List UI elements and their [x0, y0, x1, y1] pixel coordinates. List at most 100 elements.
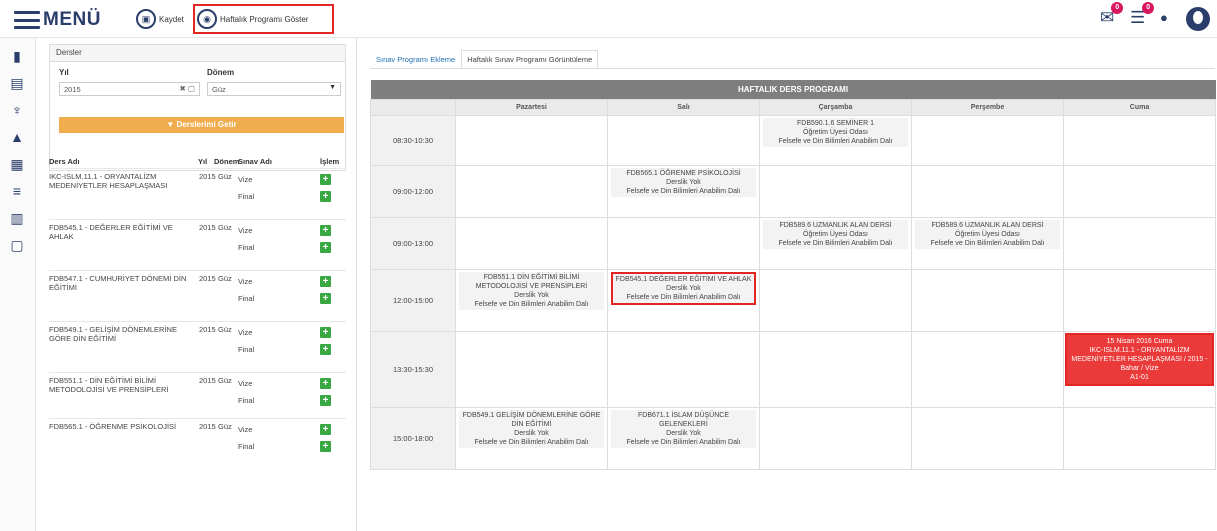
year-field[interactable]: 2015 ✖ ▢ — [59, 82, 200, 96]
globe-button[interactable]: ● — [1160, 8, 1168, 28]
book-icon[interactable]: ▮ — [8, 47, 26, 65]
floppy-icon: ▣ — [136, 9, 156, 29]
tab-weekly-view[interactable]: Haftalık Sınav Programı Görüntüleme — [461, 50, 599, 69]
schedule-cell — [455, 164, 608, 218]
term-value: Güz — [212, 85, 226, 94]
course-name: FDB545.1 - DEĞERLER EĞİTİMİ VE AHLAK — [49, 223, 173, 241]
add-vize-button[interactable]: + — [320, 327, 331, 338]
course-name: FDB549.1 - GELİŞİM DÖNEMLERİNE GÖRE DİN … — [49, 325, 177, 343]
side-nav: ▮ ▤ ♆ ▲ ▦ ≡ ▥ ▢ — [0, 38, 36, 531]
avatar[interactable] — [1186, 7, 1210, 31]
weekly-table: HAFTALIK DERS PROGRAMI Pazartesi Salı Ça… — [370, 80, 1217, 470]
course-term: Güz — [218, 376, 232, 385]
lesson-block-highlighted[interactable]: FDB545.1 DEĞERLER EĞİTİMİ VE AHLAK Dersl… — [611, 271, 756, 305]
mail-button[interactable]: ✉ 0 — [1100, 2, 1124, 28]
col-action: İşlem — [320, 157, 340, 166]
lesson-block[interactable]: FDB590.1.6 SEMİNER 1 Öğretim Üyesi Odası… — [763, 117, 908, 147]
top-bar: MENÜ ▣ Kaydet ◉ Haftalık Programı Göster… — [0, 0, 1217, 38]
lesson-block[interactable]: FDB589.6 UZMANLIK ALAN DERSİ Öğretim Üye… — [763, 219, 908, 249]
exam-final: Final — [238, 442, 255, 451]
add-final-button[interactable]: + — [320, 344, 331, 355]
exam-final: Final — [238, 396, 255, 405]
filter-box: Dersler Yıl 2015 ✖ ▢ Dönem Güz ▼ ▼ Dersl… — [49, 44, 346, 171]
course-row: FDB551.1 - DİN EĞİTİMİ BİLİMİ METODOLOJİ… — [49, 372, 346, 421]
document-icon[interactable]: ▤ — [8, 74, 26, 92]
schedule-cell — [759, 406, 912, 470]
course-year: 2015 — [199, 376, 216, 385]
add-final-button[interactable]: + — [320, 191, 331, 202]
lesson-block[interactable]: FDB549.1 GELİŞİM DÖNEMLERİNE GÖRE DİN EĞ… — [459, 409, 604, 448]
add-vize-button[interactable]: + — [320, 378, 331, 389]
course-name: FDB565.1 - ÖĞRENME PSİKOLOJİSİ — [49, 422, 177, 431]
day-header-empty — [370, 98, 456, 116]
year-label: Yıl — [59, 68, 69, 77]
course-row: FDB565.1 - ÖĞRENME PSİKOLOJİSİ 2015 Güz … — [49, 418, 346, 467]
save-label: Kaydet — [159, 14, 184, 24]
exam-block[interactable]: 15 Nisan 2016 Cuma IKC-ISLM.11.1 - ORYAN… — [1065, 332, 1215, 386]
course-year: 2015 — [199, 325, 216, 334]
show-weekly-button[interactable]: ◉ Haftalık Programı Göster — [197, 9, 308, 29]
schedule-cell — [607, 216, 760, 270]
exam-vize: Vize — [238, 226, 253, 235]
term-label: Dönem — [207, 68, 235, 77]
schedule-cell — [1062, 268, 1217, 332]
add-final-button[interactable]: + — [320, 441, 331, 452]
schedule-cell — [911, 330, 1064, 408]
lesson-block[interactable]: FDB565.1 ÖĞRENME PSİKOLOJİSİ Derslik Yok… — [611, 167, 756, 197]
list-button[interactable]: ☰ 0 — [1130, 2, 1155, 28]
add-vize-button[interactable]: + — [320, 276, 331, 287]
add-vize-button[interactable]: + — [320, 225, 331, 236]
exam-final: Final — [238, 294, 255, 303]
year-value: 2015 — [64, 85, 81, 94]
calendar-icon[interactable]: ▦ — [8, 155, 26, 173]
add-final-button[interactable]: + — [320, 242, 331, 253]
course-name: FDB551.1 - DİN EĞİTİMİ BİLİMİ METODOLOJİ… — [49, 376, 169, 394]
add-vize-button[interactable]: + — [320, 424, 331, 435]
exam-final: Final — [238, 345, 255, 354]
lesson-block[interactable]: FDB589.6 UZMANLIK ALAN DERSİ Öğretim Üye… — [915, 219, 1060, 249]
course-term: Güz — [218, 223, 232, 232]
show-weekly-label: Haftalık Programı Göster — [220, 14, 309, 24]
schedule-cell — [455, 330, 608, 408]
add-final-button[interactable]: + — [320, 293, 331, 304]
schedule-cell: FDB590.1.6 SEMİNER 1 Öğretim Üyesi Odası… — [759, 114, 912, 166]
schedule-cell: FDB589.6 UZMANLIK ALAN DERSİ Öğretim Üye… — [911, 216, 1064, 270]
panel-title: Dersler — [50, 45, 345, 62]
chevron-down-icon: ▼ — [329, 84, 336, 91]
table-title: HAFTALIK DERS PROGRAMI — [370, 80, 1216, 99]
schedule-cell — [455, 216, 608, 270]
tab-exam-add[interactable]: Sınav Programı Ekleme — [370, 50, 461, 69]
exam-final: Final — [238, 192, 255, 201]
time-slot: 09:00-13:00 — [370, 216, 456, 270]
col-term: Dönem — [214, 157, 240, 166]
term-select[interactable]: Güz ▼ — [207, 82, 341, 96]
lesson-block[interactable]: FDB551.1 DİN EĞİTİMİ BİLİMİ METODOLOJİSİ… — [459, 271, 604, 310]
exam-vize: Vize — [238, 328, 253, 337]
course-year: 2015 — [199, 274, 216, 283]
menu-button[interactable]: MENÜ — [14, 9, 101, 31]
schedule-panel: Sınav Programı Ekleme Haftalık Sınav Pro… — [360, 38, 1217, 531]
course-row: FDB547.1 - CUMHURİYET DÖNEMİ DİN EĞİTİMİ… — [49, 270, 346, 319]
graduation-cap-icon[interactable]: ▲ — [8, 128, 26, 146]
table-icon[interactable]: ▥ — [8, 209, 26, 227]
get-courses-button[interactable]: ▼ Derslerimi Getir — [59, 117, 344, 133]
person-icon[interactable]: ♆ — [8, 101, 26, 119]
schedule-cell — [911, 114, 1064, 166]
add-vize-button[interactable]: + — [320, 174, 331, 185]
clear-calendar-icon[interactable]: ✖ ▢ — [180, 84, 195, 93]
save-button[interactable]: ▣ Kaydet — [136, 9, 184, 29]
schedule-cell — [759, 164, 912, 218]
schedule-cell — [911, 268, 1064, 332]
list-icon[interactable]: ≡ — [8, 182, 26, 200]
schedule-cell — [759, 330, 912, 408]
col-exam: Sınav Adı — [238, 157, 272, 166]
schedule-cell — [1062, 114, 1217, 166]
calendar-empty-icon[interactable]: ▢ — [8, 236, 26, 254]
exam-vize: Vize — [238, 175, 253, 184]
course-year: 2015 — [199, 172, 216, 181]
lesson-block[interactable]: FDB671.1 İSLAM DÜŞÜNCE GELENEKLERİ Dersl… — [611, 409, 756, 448]
day-header: Perşembe — [911, 98, 1064, 116]
day-header: Salı — [607, 98, 760, 116]
schedule-cell: FDB551.1 DİN EĞİTİMİ BİLİMİ METODOLOJİSİ… — [455, 268, 608, 332]
add-final-button[interactable]: + — [320, 395, 331, 406]
